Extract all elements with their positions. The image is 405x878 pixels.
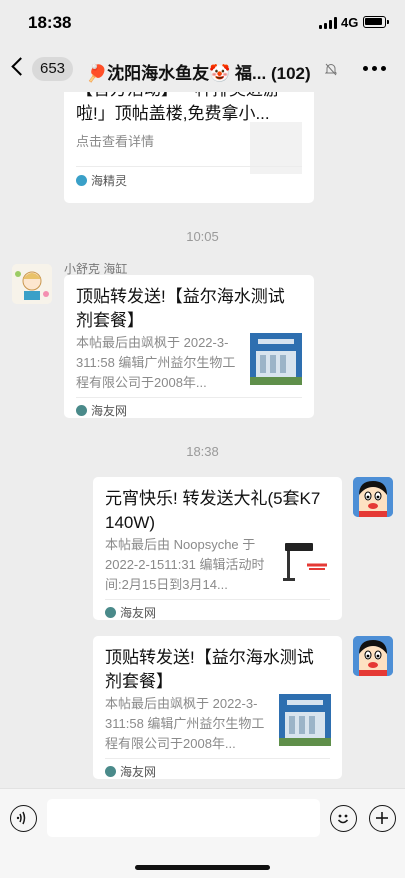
chevron-left-icon[interactable] xyxy=(11,57,30,76)
input-bar xyxy=(0,788,405,878)
card-source: 海友网 xyxy=(105,605,156,620)
network-type: 4G xyxy=(341,15,359,30)
signal-icon xyxy=(319,17,337,29)
card-title: 顶贴转发送!【益尔海水测试剂套餐】 xyxy=(105,648,314,691)
haijingling-icon xyxy=(76,175,87,186)
card-title: 元宵快乐! 转发送大礼(5套K7 140W) xyxy=(105,489,321,532)
card-source: 海友网 xyxy=(105,764,156,779)
timestamp: 10:05 xyxy=(186,229,219,244)
haiyouwang-icon xyxy=(105,766,116,777)
card-thumbnail xyxy=(279,535,331,587)
card-thumbnail xyxy=(279,694,331,746)
card-description: 本帖最后由飒枫于 2022-3-311:58 编辑广州益尔生物工程有限公司于20… xyxy=(105,696,265,751)
voice-icon[interactable] xyxy=(10,805,37,832)
bell-off-icon xyxy=(325,63,337,76)
haiyouwang-icon xyxy=(105,607,116,618)
chat-title[interactable]: 🏓沈阳海水鱼友🤡 福... (102) xyxy=(86,59,351,84)
haiyouwang-icon xyxy=(76,405,87,416)
message-input[interactable] xyxy=(47,799,320,837)
avatar[interactable] xyxy=(353,636,393,676)
link-card[interactable]: 【官方活动】一种排奖进游 啦!」顶帖盖楼,免费拿小... 点击查看详情 海精灵 xyxy=(64,92,314,203)
card-title: 【官方活动】一种排奖进游 啦!」顶帖盖楼,免费拿小... xyxy=(76,92,280,123)
status-bar: 18:38 4G xyxy=(0,0,405,46)
chat-header: 653 🏓沈阳海水鱼友🤡 福... (102) xyxy=(0,46,405,92)
more-dots-icon[interactable] xyxy=(363,66,387,72)
card-description: 本帖最后由 Noopsyche 于2022-2-1511:31 编辑活动时间:2… xyxy=(105,537,265,592)
card-title: 顶贴转发送!【益尔海水测试剂套餐】 xyxy=(76,287,285,330)
link-card[interactable]: 元宵快乐! 转发送大礼(5套K7 140W) 本帖最后由 Noopsyche 于… xyxy=(93,477,342,620)
status-time: 18:38 xyxy=(28,13,72,32)
timestamp: 18:38 xyxy=(186,444,219,459)
link-card[interactable]: 顶贴转发送!【益尔海水测试剂套餐】 本帖最后由飒枫于 2022-3-311:58… xyxy=(64,275,314,418)
card-description: 本帖最后由飒枫于 2022-3-311:58 编辑广州益尔生物工程有限公司于20… xyxy=(76,335,236,390)
avatar[interactable] xyxy=(353,477,393,517)
chat-message-list[interactable]: 【官方活动】一种排奖进游 啦!」顶帖盖楼,免费拿小... 点击查看详情 海精灵 … xyxy=(0,92,405,788)
battery-icon xyxy=(363,16,389,28)
home-indicator xyxy=(135,865,270,870)
link-card[interactable]: 顶贴转发送!【益尔海水测试剂套餐】 本帖最后由飒枫于 2022-3-311:58… xyxy=(93,636,342,779)
unread-count-badge[interactable]: 653 xyxy=(32,57,74,81)
card-source: 海友网 xyxy=(76,403,127,418)
avatar[interactable] xyxy=(12,264,52,304)
plus-icon[interactable] xyxy=(369,805,396,832)
card-source: 海精灵 xyxy=(76,173,127,189)
card-thumbnail xyxy=(250,333,302,385)
emoji-icon[interactable] xyxy=(330,805,357,832)
